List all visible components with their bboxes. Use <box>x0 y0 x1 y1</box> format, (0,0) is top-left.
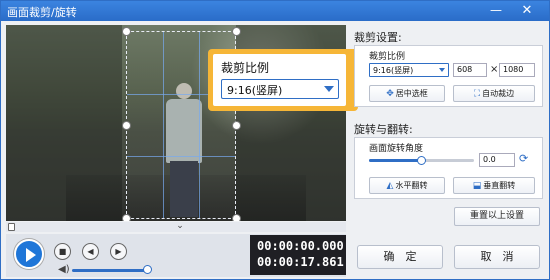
total-time: 00:00:17.861 <box>257 255 344 269</box>
crop-handle-bottom-left[interactable] <box>122 214 131 221</box>
rotate-icon[interactable]: ⟳ <box>519 152 528 165</box>
crop-ratio-label: 裁剪比例 <box>369 52 406 62</box>
crop-ratio-value: 9:16(竖屏) <box>373 66 414 75</box>
next-frame-icon[interactable]: ▶ <box>110 243 127 260</box>
crop-handle-top-right[interactable] <box>232 27 241 36</box>
crop-grid-line <box>127 156 235 157</box>
center-box-button[interactable]: ✥ 居中选框 <box>369 85 445 102</box>
crop-handle-right[interactable] <box>232 121 241 130</box>
chevron-down-icon[interactable]: ⌄ <box>172 222 188 231</box>
auto-crop-button[interactable]: ⛶ 自动裁边 <box>453 85 535 102</box>
crop-mask-left <box>6 25 122 221</box>
center-icon: ✥ <box>386 89 394 99</box>
crop-section-title: 裁剪设置: <box>354 31 402 44</box>
volume-knob[interactable] <box>143 265 152 274</box>
vertical-flip-icon: ⬓ <box>472 181 482 191</box>
horizontal-flip-icon: ◭ <box>386 181 394 191</box>
minimize-button[interactable]: — <box>485 1 507 21</box>
vertical-flip-label: 垂直翻转 <box>483 181 516 190</box>
timecode-display: 00:00:00.000 00:00:17.861 <box>250 235 346 275</box>
callout-ratio-select[interactable]: 9:16(竖屏) <box>221 79 339 99</box>
times-sign: × <box>490 64 499 75</box>
rotate-settings-box: 画面旋转角度 0.0 ⟳ ◭ 水平翻转 ⬓ 垂直翻转 <box>354 137 543 199</box>
callout-body: 裁剪比例 9:16(竖屏) <box>213 54 346 106</box>
crop-height-input[interactable]: 1080 <box>499 63 535 77</box>
dropdown-arrow-icon <box>439 68 445 72</box>
crop-handle-top-left[interactable] <box>122 27 131 36</box>
cancel-button[interactable]: 取 消 <box>454 245 540 269</box>
callout-title: 裁剪比例 <box>221 61 270 75</box>
crop-settings-box: 裁剪比例 9:16(竖屏) 608 × 1080 ✥ 居中选框 ⛶ 自动裁边 <box>354 45 543 107</box>
rotate-angle-input[interactable]: 0.0 <box>479 153 515 167</box>
reset-settings-button[interactable]: 重置以上设置 <box>454 207 540 226</box>
timeline-start-marker[interactable] <box>8 223 15 231</box>
horizontal-flip-button[interactable]: ◭ 水平翻转 <box>369 177 445 194</box>
playback-controls: ■ ◀ ▶ ◀) 00:00:00.000 00:00:17.861 <box>6 234 346 277</box>
ratio-callout: 裁剪比例 9:16(竖屏) <box>208 49 365 111</box>
volume-icon[interactable]: ◀) <box>58 264 70 275</box>
play-button[interactable] <box>14 239 44 269</box>
window-title: 画面裁剪/旋转 <box>7 6 77 19</box>
settings-panel: 裁剪设置: 裁剪比例 9:16(竖屏) 608 × 1080 ✥ 居中选框 ⛶ 自动… <box>351 25 546 235</box>
ok-button[interactable]: 确 定 <box>357 245 443 269</box>
vertical-flip-button[interactable]: ⬓ 垂直翻转 <box>453 177 535 194</box>
stop-icon[interactable]: ■ <box>54 243 71 260</box>
crop-grid-line <box>163 32 164 218</box>
rotate-angle-fill <box>369 159 421 162</box>
dropdown-arrow-icon <box>324 86 334 92</box>
rotate-section-title: 旋转与翻转: <box>354 123 413 136</box>
crop-width-input[interactable]: 608 <box>453 63 487 77</box>
center-box-label: 居中选框 <box>395 89 428 98</box>
close-button[interactable]: ✕ <box>513 1 541 21</box>
auto-crop-icon: ⛶ <box>473 89 481 99</box>
crop-ratio-select[interactable]: 9:16(竖屏) <box>369 63 449 77</box>
crop-rotate-dialog: 画面裁剪/旋转 — ✕ 裁剪比例 9:16(竖屏) ⌄ ■ ◀ ▶ ◀) 00:… <box>0 0 550 280</box>
title-bar: 画面裁剪/旋转 — ✕ <box>1 1 549 21</box>
timeline-bar[interactable]: ⌄ <box>6 222 346 232</box>
rotate-angle-label: 画面旋转角度 <box>369 144 424 154</box>
callout-ratio-value: 9:16(竖屏) <box>227 84 283 97</box>
crop-handle-bottom-right[interactable] <box>232 214 241 221</box>
prev-frame-icon[interactable]: ◀ <box>82 243 99 260</box>
rotate-angle-knob[interactable] <box>417 156 426 165</box>
crop-grid-line <box>199 32 200 218</box>
crop-handle-left[interactable] <box>122 121 131 130</box>
current-time: 00:00:00.000 <box>257 239 344 253</box>
horizontal-flip-label: 水平翻转 <box>395 181 428 190</box>
auto-crop-label: 自动裁边 <box>482 89 515 98</box>
volume-slider[interactable] <box>72 269 148 272</box>
